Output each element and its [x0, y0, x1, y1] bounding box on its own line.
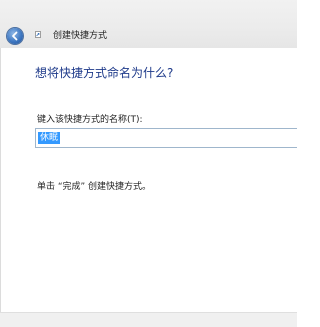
shortcut-icon: [35, 31, 41, 38]
title-bar: 创建快捷方式: [0, 0, 297, 48]
finish-hint: 单击 “完成” 创建快捷方式。: [37, 182, 152, 192]
back-button[interactable]: [7, 28, 23, 44]
shortcut-name-label: 键入该快捷方式的名称(T):: [37, 115, 143, 125]
page-heading: 想将快捷方式命名为什么?: [35, 66, 174, 80]
window-title: 创建快捷方式: [53, 31, 108, 41]
shortcut-name-value: 休眠: [38, 132, 61, 144]
back-arrow-icon: [12, 31, 18, 41]
button-area: [0, 312, 297, 327]
create-shortcut-dialog: 创建快捷方式 想将快捷方式命名为什么? 键入该快捷方式的名称(T): 休眠 单击…: [0, 0, 297, 327]
shortcut-name-input[interactable]: 休眠: [35, 128, 297, 148]
